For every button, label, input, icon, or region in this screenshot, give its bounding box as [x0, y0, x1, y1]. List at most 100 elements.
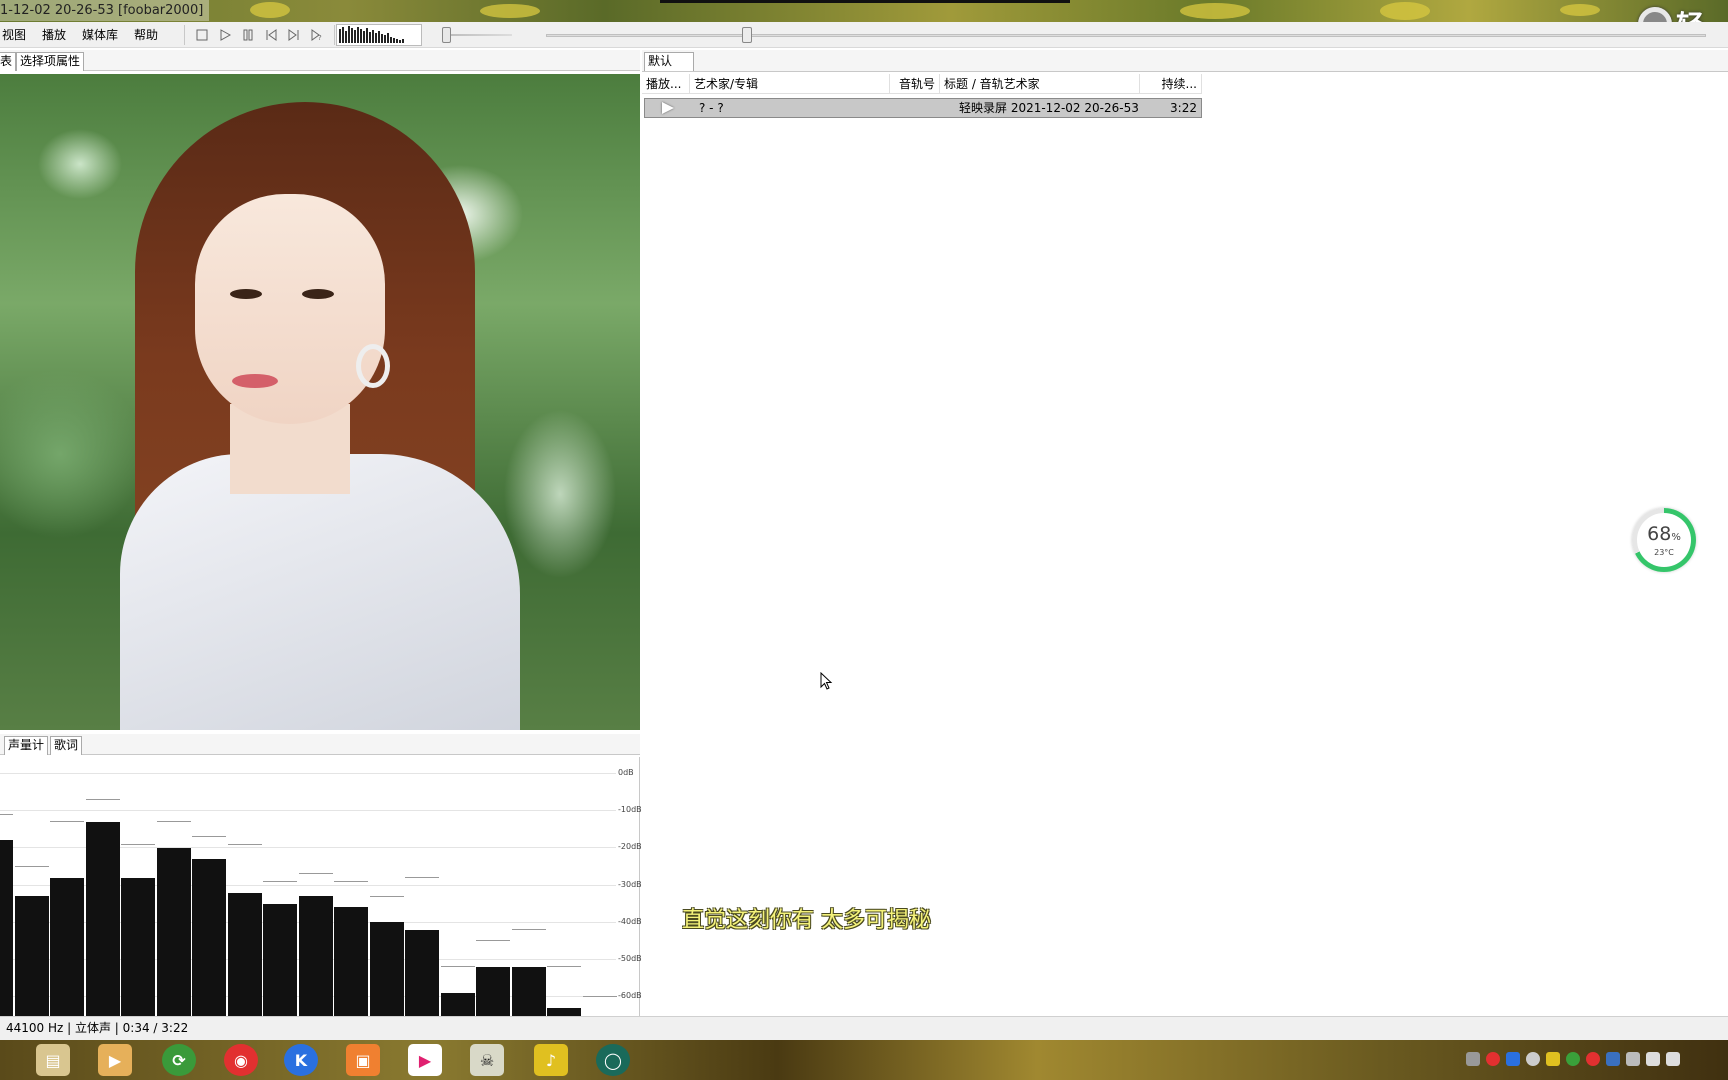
svg-text:?: ? [318, 34, 322, 41]
mini-vis-bar [402, 39, 404, 43]
netease-music-icon[interactable]: ◉ [224, 1044, 258, 1076]
playlist-header: 播放... 艺术家/专辑 音轨号 标题 / 音轨艺术家 持续... [642, 74, 1202, 94]
kugou-icon[interactable]: K [284, 1044, 318, 1076]
volume-knob[interactable] [442, 27, 451, 43]
menu-help[interactable]: 帮助 [126, 22, 166, 48]
mini-vis-bar [342, 27, 344, 43]
refresh-app-icon[interactable]: ⟳ [162, 1044, 196, 1076]
seek-track [546, 34, 1706, 37]
column-track-number[interactable]: 音轨号 [890, 74, 940, 94]
gauge-temperature: 23°C [1654, 547, 1674, 557]
row-title: 轻映录屏 2021-12-02 20-26-53 [959, 101, 1139, 115]
table-row[interactable]: ? - ? 轻映录屏 2021-12-02 20-26-53 3:22 [644, 98, 1202, 118]
column-duration[interactable]: 持续... [1140, 74, 1202, 94]
mini-vis-bar [339, 29, 341, 43]
mini-spectrum-visualizer [336, 24, 422, 46]
column-artist-album[interactable]: 艺术家/专辑 [690, 74, 890, 94]
row-artist-album: ? - ? [699, 101, 724, 115]
spectrum-bar [263, 903, 297, 1019]
speaker-icon[interactable] [1666, 1052, 1680, 1066]
yellow-app-icon[interactable]: ♪ [534, 1044, 568, 1076]
spectrum-peak [0, 813, 13, 815]
menu-library[interactable]: 媒体库 [74, 22, 126, 48]
mini-vis-bar [372, 30, 374, 43]
now-playing-icon [662, 102, 674, 114]
spectrum-peak [263, 880, 297, 882]
row-track-number [899, 99, 939, 117]
power-icon[interactable] [1526, 1052, 1540, 1066]
spectrum-bar [227, 892, 262, 1019]
spectrum-gridline [0, 810, 616, 812]
spectrum-peak [547, 966, 581, 968]
spectrum-peak [582, 996, 617, 998]
previous-icon[interactable] [261, 25, 281, 45]
mini-vis-bar [393, 38, 395, 43]
spectrum-peak [440, 966, 475, 968]
column-playing[interactable]: 播放... [642, 74, 690, 94]
tray-kugou-icon[interactable] [1506, 1052, 1520, 1066]
tray-netease-icon[interactable] [1586, 1052, 1600, 1066]
db-label: 0dB [618, 768, 634, 777]
spectrum-peak [85, 799, 120, 801]
tray-tool-icon[interactable] [1626, 1052, 1640, 1066]
keyboard-icon[interactable] [1466, 1052, 1480, 1066]
recorder-icon[interactable]: ◯ [596, 1044, 630, 1076]
db-label: -60dB [618, 991, 642, 1001]
youku-icon[interactable]: ▶ [408, 1044, 442, 1076]
gauge-percent-sign: % [1671, 531, 1681, 543]
menubar: 视图 播放 媒体库 帮助 ? [0, 22, 1728, 48]
spectrum-bar [50, 877, 84, 1019]
window-title: 1-12-02 20-26-53 [foobar2000] [0, 0, 210, 21]
tab-selection-properties[interactable]: 选择项属性 [16, 52, 85, 71]
column-title-artist[interactable]: 标题 / 音轨艺术家 [940, 74, 1140, 94]
seek-bar[interactable] [546, 27, 1706, 43]
spectrum-bar [85, 821, 120, 1019]
memory-usage-gauge[interactable]: 68% 23°C [1632, 508, 1696, 572]
tab-lyrics[interactable]: 歌词 [50, 736, 83, 755]
tray-record-icon[interactable] [1486, 1052, 1500, 1066]
mini-vis-bar [390, 37, 392, 43]
media-player-icon[interactable]: ▶ [98, 1044, 132, 1076]
tab-default-playlist[interactable]: 默认 [644, 52, 694, 71]
mini-vis-bar [363, 31, 365, 43]
tray-plus-icon[interactable] [1546, 1052, 1560, 1066]
tray-green-icon[interactable] [1566, 1052, 1580, 1066]
row-duration: 3:22 [1170, 101, 1197, 115]
next-icon[interactable] [284, 25, 304, 45]
explorer-icon[interactable]: ▤ [36, 1044, 70, 1076]
mini-vis-bar [381, 34, 383, 43]
menu-playback[interactable]: 播放 [34, 22, 74, 48]
spectrum-peak [156, 821, 191, 823]
stop-icon[interactable] [192, 25, 212, 45]
pause-icon[interactable] [238, 25, 258, 45]
db-label: -10dB [618, 805, 642, 815]
tray-shield-icon[interactable] [1606, 1052, 1620, 1066]
spectrum-peak [298, 873, 333, 875]
network-icon[interactable] [1646, 1052, 1660, 1066]
play-icon[interactable] [215, 25, 235, 45]
mini-vis-bar [384, 35, 386, 43]
mini-vis-bar [348, 26, 350, 43]
mini-vis-bar [399, 40, 401, 43]
volume-slider[interactable] [440, 27, 516, 43]
tab-list[interactable]: 表 [0, 52, 17, 71]
tab-volume-meter[interactable]: 声量计 [4, 736, 49, 755]
mini-vis-bar [366, 28, 368, 43]
spectrum-peak [50, 821, 84, 823]
db-label: -20dB [618, 842, 642, 852]
playlist-tabs: 默认 [642, 50, 1728, 72]
spectrum-peak [511, 929, 546, 931]
seek-knob[interactable] [741, 27, 752, 43]
spectrum-peak [14, 866, 49, 867]
orange-app-icon[interactable]: ▣ [346, 1044, 380, 1076]
spectrum-bar [511, 966, 546, 1019]
spectrum-bar [14, 896, 49, 1019]
mini-vis-bar [354, 30, 356, 43]
menu-view[interactable]: 视图 [0, 22, 34, 48]
alien-app-icon[interactable]: ☠ [470, 1044, 504, 1076]
db-label: -40dB [618, 916, 642, 926]
spectrum-bar [405, 929, 439, 1019]
db-label: -50dB [618, 954, 642, 963]
album-art-image [0, 74, 640, 730]
random-icon[interactable]: ? [307, 25, 327, 45]
